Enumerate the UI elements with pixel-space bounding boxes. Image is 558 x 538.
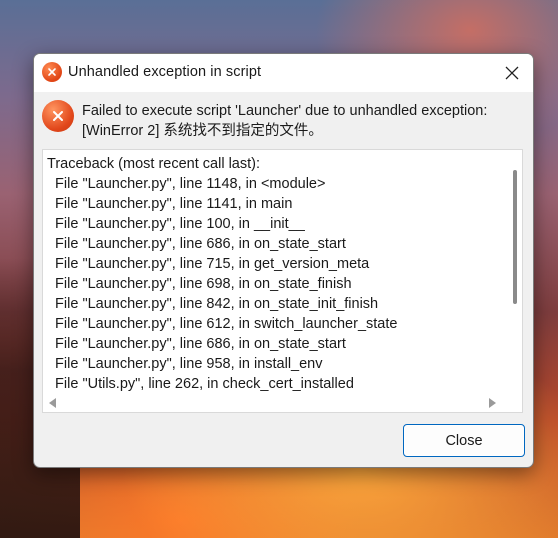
error-dialog: Unhandled exception in script Failed to … [33, 53, 534, 468]
vertical-scrollbar-thumb[interactable] [513, 170, 517, 304]
title-bar[interactable]: Unhandled exception in script [34, 54, 533, 92]
traceback-line: File "Launcher.py", line 686, in on_stat… [47, 236, 346, 252]
close-icon [505, 66, 519, 80]
traceback-textbox[interactable]: Traceback (most recent call last): File … [42, 149, 523, 413]
traceback-line: File "Launcher.py", line 698, in on_stat… [47, 276, 352, 292]
error-icon [42, 62, 62, 82]
traceback-line: File "Launcher.py", line 715, in get_ver… [47, 256, 370, 272]
traceback-line: File "Launcher.py", line 100, in __init_… [47, 216, 305, 232]
error-message: Failed to execute script 'Launcher' due … [82, 103, 488, 139]
window-close-button[interactable] [499, 60, 525, 86]
traceback-text: Traceback (most recent call last): File … [47, 154, 507, 392]
horizontal-scrollbar[interactable] [43, 394, 522, 412]
error-icon [42, 100, 74, 132]
traceback-line: File "Launcher.py", line 612, in switch_… [47, 316, 398, 332]
close-button[interactable]: Close [403, 424, 525, 457]
vertical-scrollbar[interactable] [510, 156, 520, 394]
traceback-line: File "Launcher.py", line 958, in install… [47, 356, 323, 372]
traceback-line: File "Launcher.py", line 1148, in <modul… [47, 176, 326, 192]
traceback-line: File "Utils.py", line 262, in check_cert… [47, 376, 354, 392]
traceback-line: File "Launcher.py", line 686, in on_stat… [47, 336, 346, 352]
traceback-line: Traceback (most recent call last): [47, 156, 260, 172]
dialog-title: Unhandled exception in script [68, 64, 262, 80]
scroll-left-icon[interactable] [49, 398, 56, 408]
traceback-line: File "Launcher.py", line 842, in on_stat… [47, 296, 379, 312]
traceback-line: File "Launcher.py", line 1141, in main [47, 196, 293, 212]
scroll-right-icon[interactable] [489, 398, 496, 408]
